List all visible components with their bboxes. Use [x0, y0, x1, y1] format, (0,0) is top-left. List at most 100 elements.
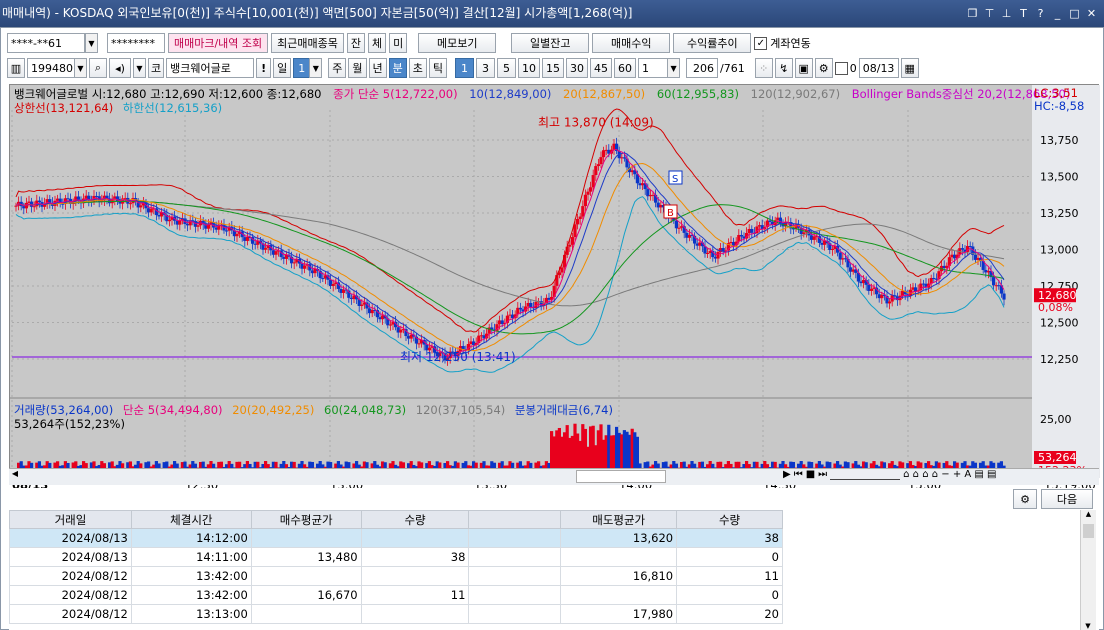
scroll-left-icon[interactable]: ◀: [9, 469, 21, 484]
interval-dropdown-icon[interactable]: ▼: [667, 58, 681, 78]
period-dropdown-icon[interactable]: ▼: [309, 58, 323, 78]
interval-45-button[interactable]: 45: [590, 58, 613, 78]
period-year-button[interactable]: 년: [368, 58, 387, 78]
candle-body: [360, 304, 364, 306]
daily-balance-button[interactable]: 일별잔고: [511, 33, 590, 53]
legend-volume: 거래량(53,264,00): [14, 403, 114, 417]
table-cell: 13:42:00: [130, 566, 252, 586]
interval-5-button[interactable]: 5: [497, 58, 517, 78]
period-minute-button[interactable]: 분: [388, 58, 407, 78]
col-sell-qty[interactable]: 수량: [676, 510, 783, 529]
candle-body: [586, 191, 590, 195]
restore-icon[interactable]: ❐: [966, 0, 979, 27]
volume-axis-label: 25,00: [1040, 413, 1072, 426]
table-scrollbar[interactable]: ▲ ▼: [1080, 510, 1096, 630]
chart-canvas[interactable]: 13,75013,50013,25013,00012,75012,50012,2…: [10, 85, 1100, 495]
candle-body: [388, 324, 392, 326]
chart-scroll-bar[interactable]: ◀ ▶ ⏮ ■ ⏭ ⌂ ⌂ ⌂ ⌂ − + A ▤ ▤: [9, 468, 1099, 485]
col-buy-avg[interactable]: 매수평균가: [250, 510, 362, 529]
table-row[interactable]: 2024/08/12 13:42:00 16,810 11: [9, 566, 783, 586]
interval-10-button[interactable]: 10: [518, 58, 541, 78]
help-icon[interactable]: ?: [1034, 0, 1047, 27]
pin-icon[interactable]: ⊤: [983, 0, 996, 27]
table-scroll-thumb[interactable]: [1083, 524, 1094, 538]
date-input[interactable]: 08/13: [858, 58, 899, 78]
recent-trades-button[interactable]: 최근매매종목: [271, 33, 344, 53]
tool-icon[interactable]: ↯: [774, 58, 793, 78]
chart-icon[interactable]: ▥: [7, 58, 25, 78]
table-row[interactable]: 2024/08/13 14:11:00 13,480 38 0: [9, 547, 783, 567]
password-input[interactable]: ********: [107, 33, 165, 53]
next-button[interactable]: 다음: [1041, 489, 1093, 509]
period-week-button[interactable]: 주: [328, 58, 347, 78]
font-icon[interactable]: T: [1017, 0, 1030, 27]
executed-button[interactable]: 체: [368, 33, 387, 53]
interval-input[interactable]: 1: [638, 58, 669, 78]
stock-code-input[interactable]: 199480: [27, 58, 75, 78]
col-sell-avg[interactable]: 매도평균가: [560, 510, 678, 529]
col-trade-date[interactable]: 거래일: [9, 510, 132, 529]
account-input[interactable]: ****-**61: [7, 33, 85, 53]
total-count: /761: [720, 61, 745, 75]
sound-icon[interactable]: ◂): [109, 58, 131, 78]
col-buy-qty[interactable]: 수량: [360, 510, 470, 529]
period-second-button[interactable]: 초: [408, 58, 427, 78]
table-cell: [560, 547, 678, 567]
buy-marker-label: B: [667, 208, 674, 219]
trade-profit-button[interactable]: 매매수익: [592, 33, 671, 53]
interval-3-button[interactable]: 3: [476, 58, 496, 78]
memo-button[interactable]: 메모보기: [418, 33, 497, 53]
maximize-icon[interactable]: □: [1068, 0, 1081, 27]
stock-name-field[interactable]: 뱅크웨어글로: [166, 58, 255, 78]
settings-icon[interactable]: ⚙: [814, 58, 833, 78]
trade-mark-button[interactable]: 매매마크/내역 조회: [168, 33, 269, 53]
calendar-icon[interactable]: ▦: [900, 58, 919, 78]
close-icon[interactable]: ✕: [1085, 0, 1098, 27]
unfilled-button[interactable]: 미: [389, 33, 408, 53]
search-icon[interactable]: ⌕: [89, 58, 107, 78]
period-day-button[interactable]: 일: [273, 58, 292, 78]
interval-60-button[interactable]: 60: [614, 58, 637, 78]
code-dropdown-icon[interactable]: ▼: [74, 58, 87, 78]
period-tick-button[interactable]: 틱: [428, 58, 448, 78]
crosshair-icon[interactable]: ⁘: [754, 58, 773, 78]
scroll-down-icon[interactable]: ▼: [1081, 622, 1095, 630]
table-row[interactable]: 2024/08/12 13:13:00 17,980 20: [9, 604, 783, 624]
legend-ma20: 20(12,867,50): [563, 87, 646, 101]
account-dropdown-icon[interactable]: ▼: [85, 33, 98, 53]
forward-icon[interactable]: ⏭: [818, 469, 827, 480]
period-num-input[interactable]: 1: [293, 58, 311, 78]
chart-area[interactable]: 13,750 13,500 13,250 13,000 12,750 12,500 12,2…: [9, 84, 1100, 492]
scroll-up-icon[interactable]: ▲: [1081, 510, 1096, 522]
scroll-right-icon[interactable]: ▶: [783, 469, 791, 480]
profit-trend-button[interactable]: 수익률추이: [673, 33, 752, 53]
interval-1-button[interactable]: 1: [455, 58, 475, 78]
sound-dropdown-icon[interactable]: ▼: [133, 58, 146, 78]
account-link-checkbox[interactable]: ✓: [754, 36, 768, 50]
stop-icon[interactable]: ■: [806, 469, 815, 480]
current-pct-label: 0,08%: [1038, 301, 1073, 314]
scroll-thumb[interactable]: [576, 470, 666, 483]
table-row[interactable]: 2024/08/13 14:12:00 13,620 38: [9, 528, 783, 548]
rewind-icon[interactable]: ⏮: [794, 469, 803, 480]
zoom-slider[interactable]: [830, 476, 901, 480]
tools-icon[interactable]: ⌂ ⌂ ⌂ ⌂ − + A ▤ ▤: [903, 469, 996, 480]
candle-body: [303, 265, 307, 269]
candle-body: [529, 302, 533, 308]
save-icon[interactable]: ▣: [794, 58, 813, 78]
warning-button[interactable]: !: [256, 58, 272, 78]
interval-15-button[interactable]: 15: [542, 58, 565, 78]
balance-button[interactable]: 잔: [346, 33, 366, 53]
candle-body: [576, 218, 580, 225]
zero-checkbox[interactable]: [834, 61, 848, 75]
pin2-icon[interactable]: ⊥: [1000, 0, 1013, 27]
interval-30-button[interactable]: 30: [566, 58, 589, 78]
col-exec-time[interactable]: 체결시간: [130, 510, 252, 529]
count-input[interactable]: 206: [686, 58, 719, 78]
candle-body: [750, 228, 754, 233]
period-month-button[interactable]: 월: [348, 58, 367, 78]
table-row[interactable]: 2024/08/12 13:42:00 16,670 11 0: [9, 585, 783, 605]
settings-gear-icon[interactable]: ⚙: [1013, 489, 1037, 509]
minimize-icon[interactable]: _: [1051, 0, 1064, 27]
table-cell: [250, 604, 362, 624]
